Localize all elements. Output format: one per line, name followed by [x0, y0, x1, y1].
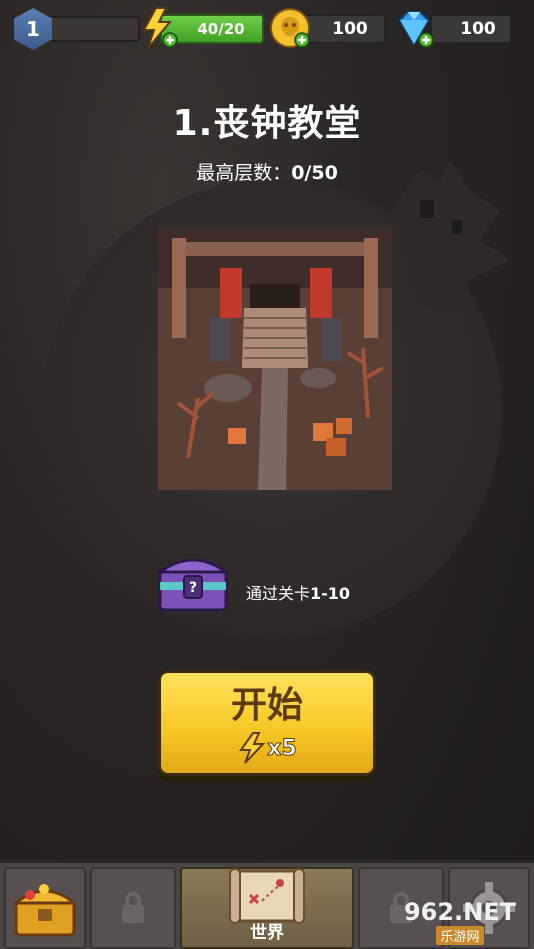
lightning-plus-icon[interactable]	[136, 6, 180, 50]
mystery-chest-icon[interactable]: ?	[156, 548, 230, 614]
coin-value: 100	[332, 19, 368, 39]
gem-value: 100	[460, 19, 496, 39]
site-watermark: 962.NET 乐游网	[392, 897, 528, 945]
diamond-plus-icon[interactable]	[392, 6, 436, 50]
player-level: 1	[26, 17, 40, 41]
energy-cost: x5	[237, 732, 297, 764]
reward-condition: 通过关卡1-10	[246, 580, 350, 604]
nav-world-label: 世界	[250, 923, 284, 943]
start-button[interactable]: 开始 x5	[158, 670, 376, 776]
treasure-chest-icon	[12, 884, 78, 937]
watermark-sub: 乐游网	[436, 925, 484, 945]
nav-locked-1[interactable]	[90, 867, 176, 949]
highest-floor: 最高层数：0/50	[0, 158, 534, 185]
stage-title: 1.丧钟教堂	[172, 103, 362, 144]
energy-cost-value: x5	[267, 735, 297, 761]
nav-world[interactable]: 世界	[180, 867, 354, 949]
lightning-icon	[239, 732, 266, 764]
player-level-badge[interactable]: 1	[14, 8, 52, 50]
gem-counter[interactable]: 100	[430, 14, 512, 44]
top-bar: 1 40/20 100 100	[0, 0, 534, 62]
svg-text:?: ?	[189, 580, 197, 596]
cathedral-scene[interactable]	[158, 228, 392, 490]
nav-shop[interactable]	[4, 867, 86, 949]
coin-counter[interactable]: 100	[300, 14, 386, 44]
energy-value: 40/20	[197, 20, 245, 38]
lock-icon	[122, 892, 144, 923]
highest-floor-value: 0/50	[291, 162, 338, 184]
highest-floor-label: 最高层数：	[196, 162, 292, 184]
reward-condition-label: 通过关卡	[246, 584, 311, 603]
start-button-label: 开始	[230, 685, 303, 726]
skull-coin-plus-icon[interactable]	[268, 6, 312, 50]
level-progress-track	[40, 16, 140, 42]
watermark-main: 962.NET	[403, 897, 517, 926]
reward-levels: 1-10	[310, 584, 351, 603]
